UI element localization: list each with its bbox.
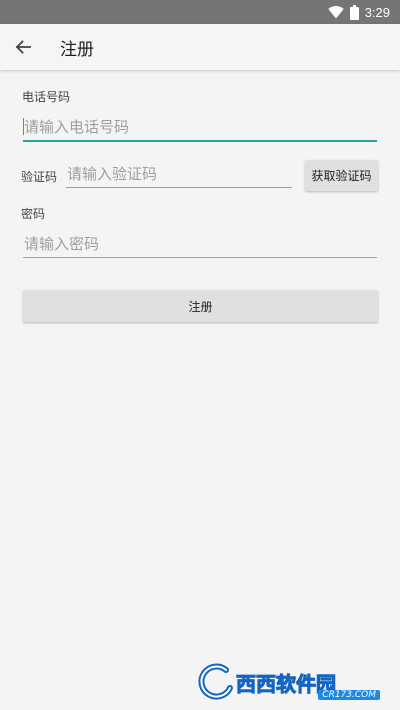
code-label: 验证码	[21, 170, 58, 184]
status-bar: 3:29	[0, 0, 400, 24]
watermark-logo: 西西软件园 CR173.COM	[196, 662, 382, 702]
get-code-button[interactable]: 获取验证码	[305, 160, 378, 191]
wifi-icon	[327, 5, 344, 18]
battery-icon	[349, 4, 359, 20]
status-time: 3:29	[364, 4, 390, 20]
phone-input[interactable]: 请输入电话号码	[23, 112, 377, 142]
code-placeholder: 请输入验证码	[67, 165, 158, 183]
password-input[interactable]: 请输入密码	[23, 228, 377, 258]
logo-swirl-icon	[198, 663, 233, 700]
register-button[interactable]: 注册	[23, 290, 378, 322]
app-bar: 注册	[0, 24, 400, 70]
watermark-domain: CR173.COM	[318, 690, 380, 700]
password-label: 密码	[21, 207, 46, 221]
password-placeholder: 请输入密码	[24, 235, 100, 253]
phone-label: 电话号码	[22, 90, 71, 104]
arrow-left-icon	[15, 40, 31, 54]
code-input[interactable]: 请输入验证码	[66, 160, 292, 188]
page-title: 注册	[60, 39, 94, 60]
back-button[interactable]	[0, 24, 46, 70]
phone-placeholder: 请输入电话号码	[24, 118, 130, 136]
